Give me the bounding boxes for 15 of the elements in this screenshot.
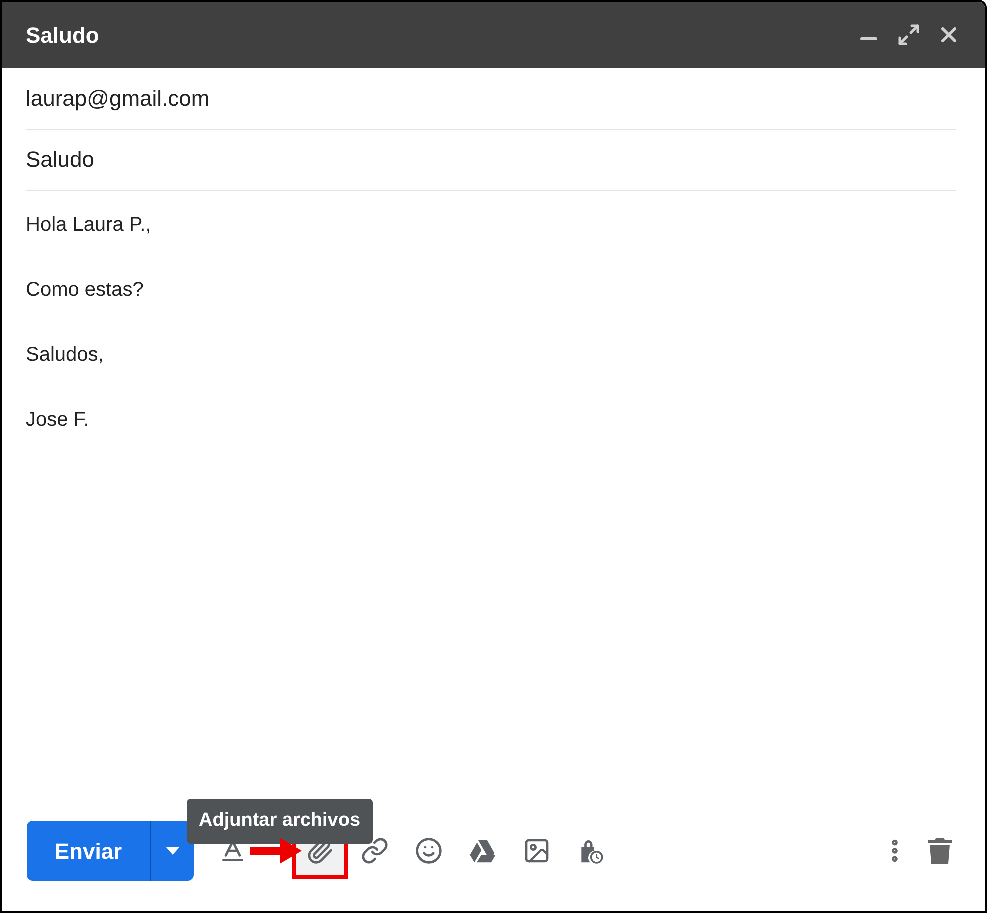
recipient-field[interactable]: laurap@gmail.com: [26, 68, 956, 130]
expand-icon[interactable]: [897, 23, 921, 47]
body-line: Hola Laura P.,: [26, 213, 152, 237]
photo-icon[interactable]: [523, 837, 551, 865]
body-line: Jose F.: [26, 408, 90, 432]
smiley-icon[interactable]: [415, 837, 443, 865]
window-title: Saludo: [26, 22, 100, 50]
body-line: Como estas?: [26, 278, 145, 302]
tooltip: Adjuntar archivos: [187, 799, 373, 844]
trash-icon[interactable]: [927, 837, 953, 865]
body-line: Saludos,: [26, 343, 105, 367]
arrow-drawing: [250, 838, 302, 864]
caret-icon: [166, 847, 180, 855]
link-icon[interactable]: [361, 837, 389, 865]
subject-field[interactable]: Saludo: [26, 130, 956, 191]
